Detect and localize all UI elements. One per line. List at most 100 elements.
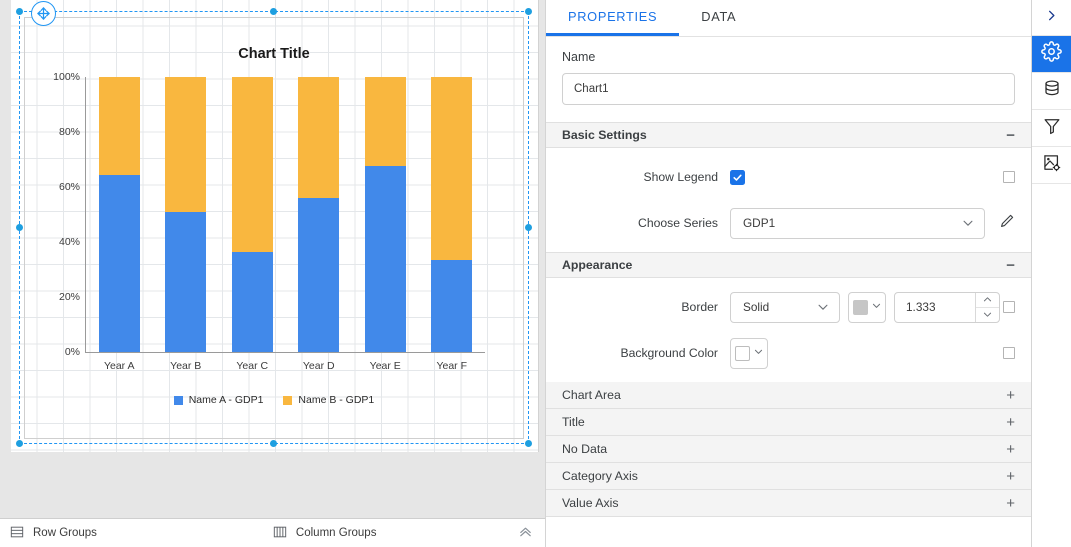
x-axis-tick: Year A xyxy=(103,360,135,372)
chevron-down-icon xyxy=(753,344,764,362)
choose-series-label: Choose Series xyxy=(638,216,718,230)
border-expression-checkbox[interactable] xyxy=(1003,301,1015,313)
properties-panel: PROPERTIES DATA Name Chart1 Basic Settin… xyxy=(545,0,1031,547)
row-groups-button[interactable]: Row Groups xyxy=(0,525,97,542)
name-field-label: Name xyxy=(562,50,596,64)
legend-swatch xyxy=(173,395,183,405)
move-crosshair-icon[interactable] xyxy=(31,1,56,26)
rail-item-filter[interactable] xyxy=(1032,110,1071,147)
bar-segment-series-a xyxy=(165,211,207,352)
x-axis-tick: Year D xyxy=(302,360,335,372)
show-legend-expression-checkbox[interactable] xyxy=(1003,171,1015,183)
bar-segment-series-a xyxy=(231,251,273,352)
x-axis-tick: Year F xyxy=(436,360,467,372)
section-title-basic-settings: Basic Settings xyxy=(562,128,647,142)
x-axis-tick: Year B xyxy=(170,360,202,372)
section-title: Title xyxy=(562,415,585,429)
x-axis-tick: Year C xyxy=(236,360,269,372)
bar-segment-series-a xyxy=(431,259,473,352)
row-border: Border Solid 1.333 xyxy=(546,290,1031,324)
chevron-down-icon[interactable] xyxy=(976,306,999,322)
bar-segment-series-a xyxy=(298,198,340,352)
bar-segment-series-b xyxy=(364,77,406,167)
panel-body: Name Chart1 Basic Settings − Show Legend xyxy=(546,37,1031,547)
plus-icon[interactable]: + xyxy=(1006,415,1015,430)
name-field-block: Name xyxy=(546,37,1031,64)
column-groups-button[interactable]: Column Groups xyxy=(273,525,376,542)
chevron-double-up-icon[interactable] xyxy=(518,524,545,542)
section-header-value-axis[interactable]: Value Axis + xyxy=(546,490,1031,517)
chevron-up-icon[interactable] xyxy=(976,293,999,307)
chart-bar xyxy=(231,77,273,352)
section-header-appearance[interactable]: Appearance − xyxy=(546,252,1031,278)
border-style-select[interactable]: Solid xyxy=(730,291,840,323)
chart-title: Chart Title xyxy=(238,46,310,62)
background-color-expression-checkbox[interactable] xyxy=(1003,347,1015,359)
section-title: Chart Area xyxy=(562,388,621,402)
report-design-surface[interactable]: Chart Title 100% 80% 60% 40% 20% 0% Year… xyxy=(0,0,545,547)
show-legend-checkbox[interactable] xyxy=(730,169,745,185)
rail-item-properties[interactable] xyxy=(1032,36,1071,73)
minus-icon[interactable]: − xyxy=(1006,258,1015,273)
legend-item: Name B - GDP1 xyxy=(283,394,374,406)
groups-status-bar: Row Groups Column Groups xyxy=(0,518,545,547)
section-body-basic-settings: Show Legend Choose Series GDP1 xyxy=(546,148,1031,252)
section-title: No Data xyxy=(562,442,608,456)
tab-data[interactable]: DATA xyxy=(679,0,758,36)
legend-item: Name A - GDP1 xyxy=(173,394,263,406)
bar-segment-series-b xyxy=(165,77,207,212)
y-axis-tick: 20% xyxy=(58,291,80,303)
bar-segment-series-b xyxy=(231,77,273,252)
border-width-stepper[interactable] xyxy=(975,292,999,322)
gear-icon xyxy=(1041,41,1062,67)
section-body-appearance: Border Solid 1.333 Background Color xyxy=(546,278,1031,382)
border-style-value: Solid xyxy=(743,300,770,314)
rail-item-image-settings[interactable] xyxy=(1032,147,1071,184)
chart-bar xyxy=(431,77,473,352)
section-header-basic-settings[interactable]: Basic Settings − xyxy=(546,122,1031,148)
row-show-legend: Show Legend xyxy=(546,160,1031,194)
chart-report-item[interactable]: Chart Title 100% 80% 60% 40% 20% 0% Year… xyxy=(24,17,524,439)
border-width-value: 1.333 xyxy=(906,300,936,314)
bar-segment-series-b xyxy=(431,77,473,260)
section-header-chart-area[interactable]: Chart Area + xyxy=(546,382,1031,409)
background-color-label: Background Color xyxy=(620,346,718,360)
section-header-no-data[interactable]: No Data + xyxy=(546,436,1031,463)
bar-segment-series-a xyxy=(98,174,140,352)
y-axis-tick: 40% xyxy=(58,236,80,248)
y-axis-tick: 60% xyxy=(58,181,80,193)
expand-panel-button[interactable] xyxy=(1032,0,1071,36)
database-icon xyxy=(1042,79,1062,104)
choose-series-select[interactable]: GDP1 xyxy=(730,207,985,239)
pencil-icon xyxy=(999,213,1015,234)
plus-icon[interactable]: + xyxy=(1006,469,1015,484)
image-settings-icon xyxy=(1042,153,1062,178)
rail-item-data[interactable] xyxy=(1032,73,1071,110)
name-input-value: Chart1 xyxy=(574,83,609,95)
background-color-picker[interactable] xyxy=(730,337,768,369)
chevron-down-icon xyxy=(961,216,975,230)
border-color-picker[interactable] xyxy=(848,291,886,323)
border-width-input[interactable]: 1.333 xyxy=(894,291,1000,323)
show-legend-label: Show Legend xyxy=(643,170,718,184)
section-title: Category Axis xyxy=(562,469,638,483)
tab-properties[interactable]: PROPERTIES xyxy=(546,0,680,36)
minus-icon[interactable]: − xyxy=(1006,128,1015,143)
plus-icon[interactable]: + xyxy=(1006,388,1015,403)
row-groups-label: Row Groups xyxy=(33,527,97,539)
edit-series-button[interactable] xyxy=(999,213,1015,234)
rows-icon xyxy=(10,525,24,542)
chevron-down-icon xyxy=(871,298,882,316)
section-header-title[interactable]: Title + xyxy=(546,409,1031,436)
chart-bar xyxy=(364,77,406,352)
plus-icon[interactable]: + xyxy=(1006,442,1015,457)
section-header-category-axis[interactable]: Category Axis + xyxy=(546,463,1031,490)
section-title: Value Axis xyxy=(562,496,619,510)
row-choose-series: Choose Series GDP1 xyxy=(546,206,1031,240)
panel-tabs: PROPERTIES DATA xyxy=(546,0,1031,37)
chart-bar xyxy=(298,77,340,352)
plus-icon[interactable]: + xyxy=(1006,496,1015,511)
section-title-appearance: Appearance xyxy=(562,258,633,272)
name-input[interactable]: Chart1 xyxy=(562,73,1015,105)
legend-swatch xyxy=(283,395,293,405)
